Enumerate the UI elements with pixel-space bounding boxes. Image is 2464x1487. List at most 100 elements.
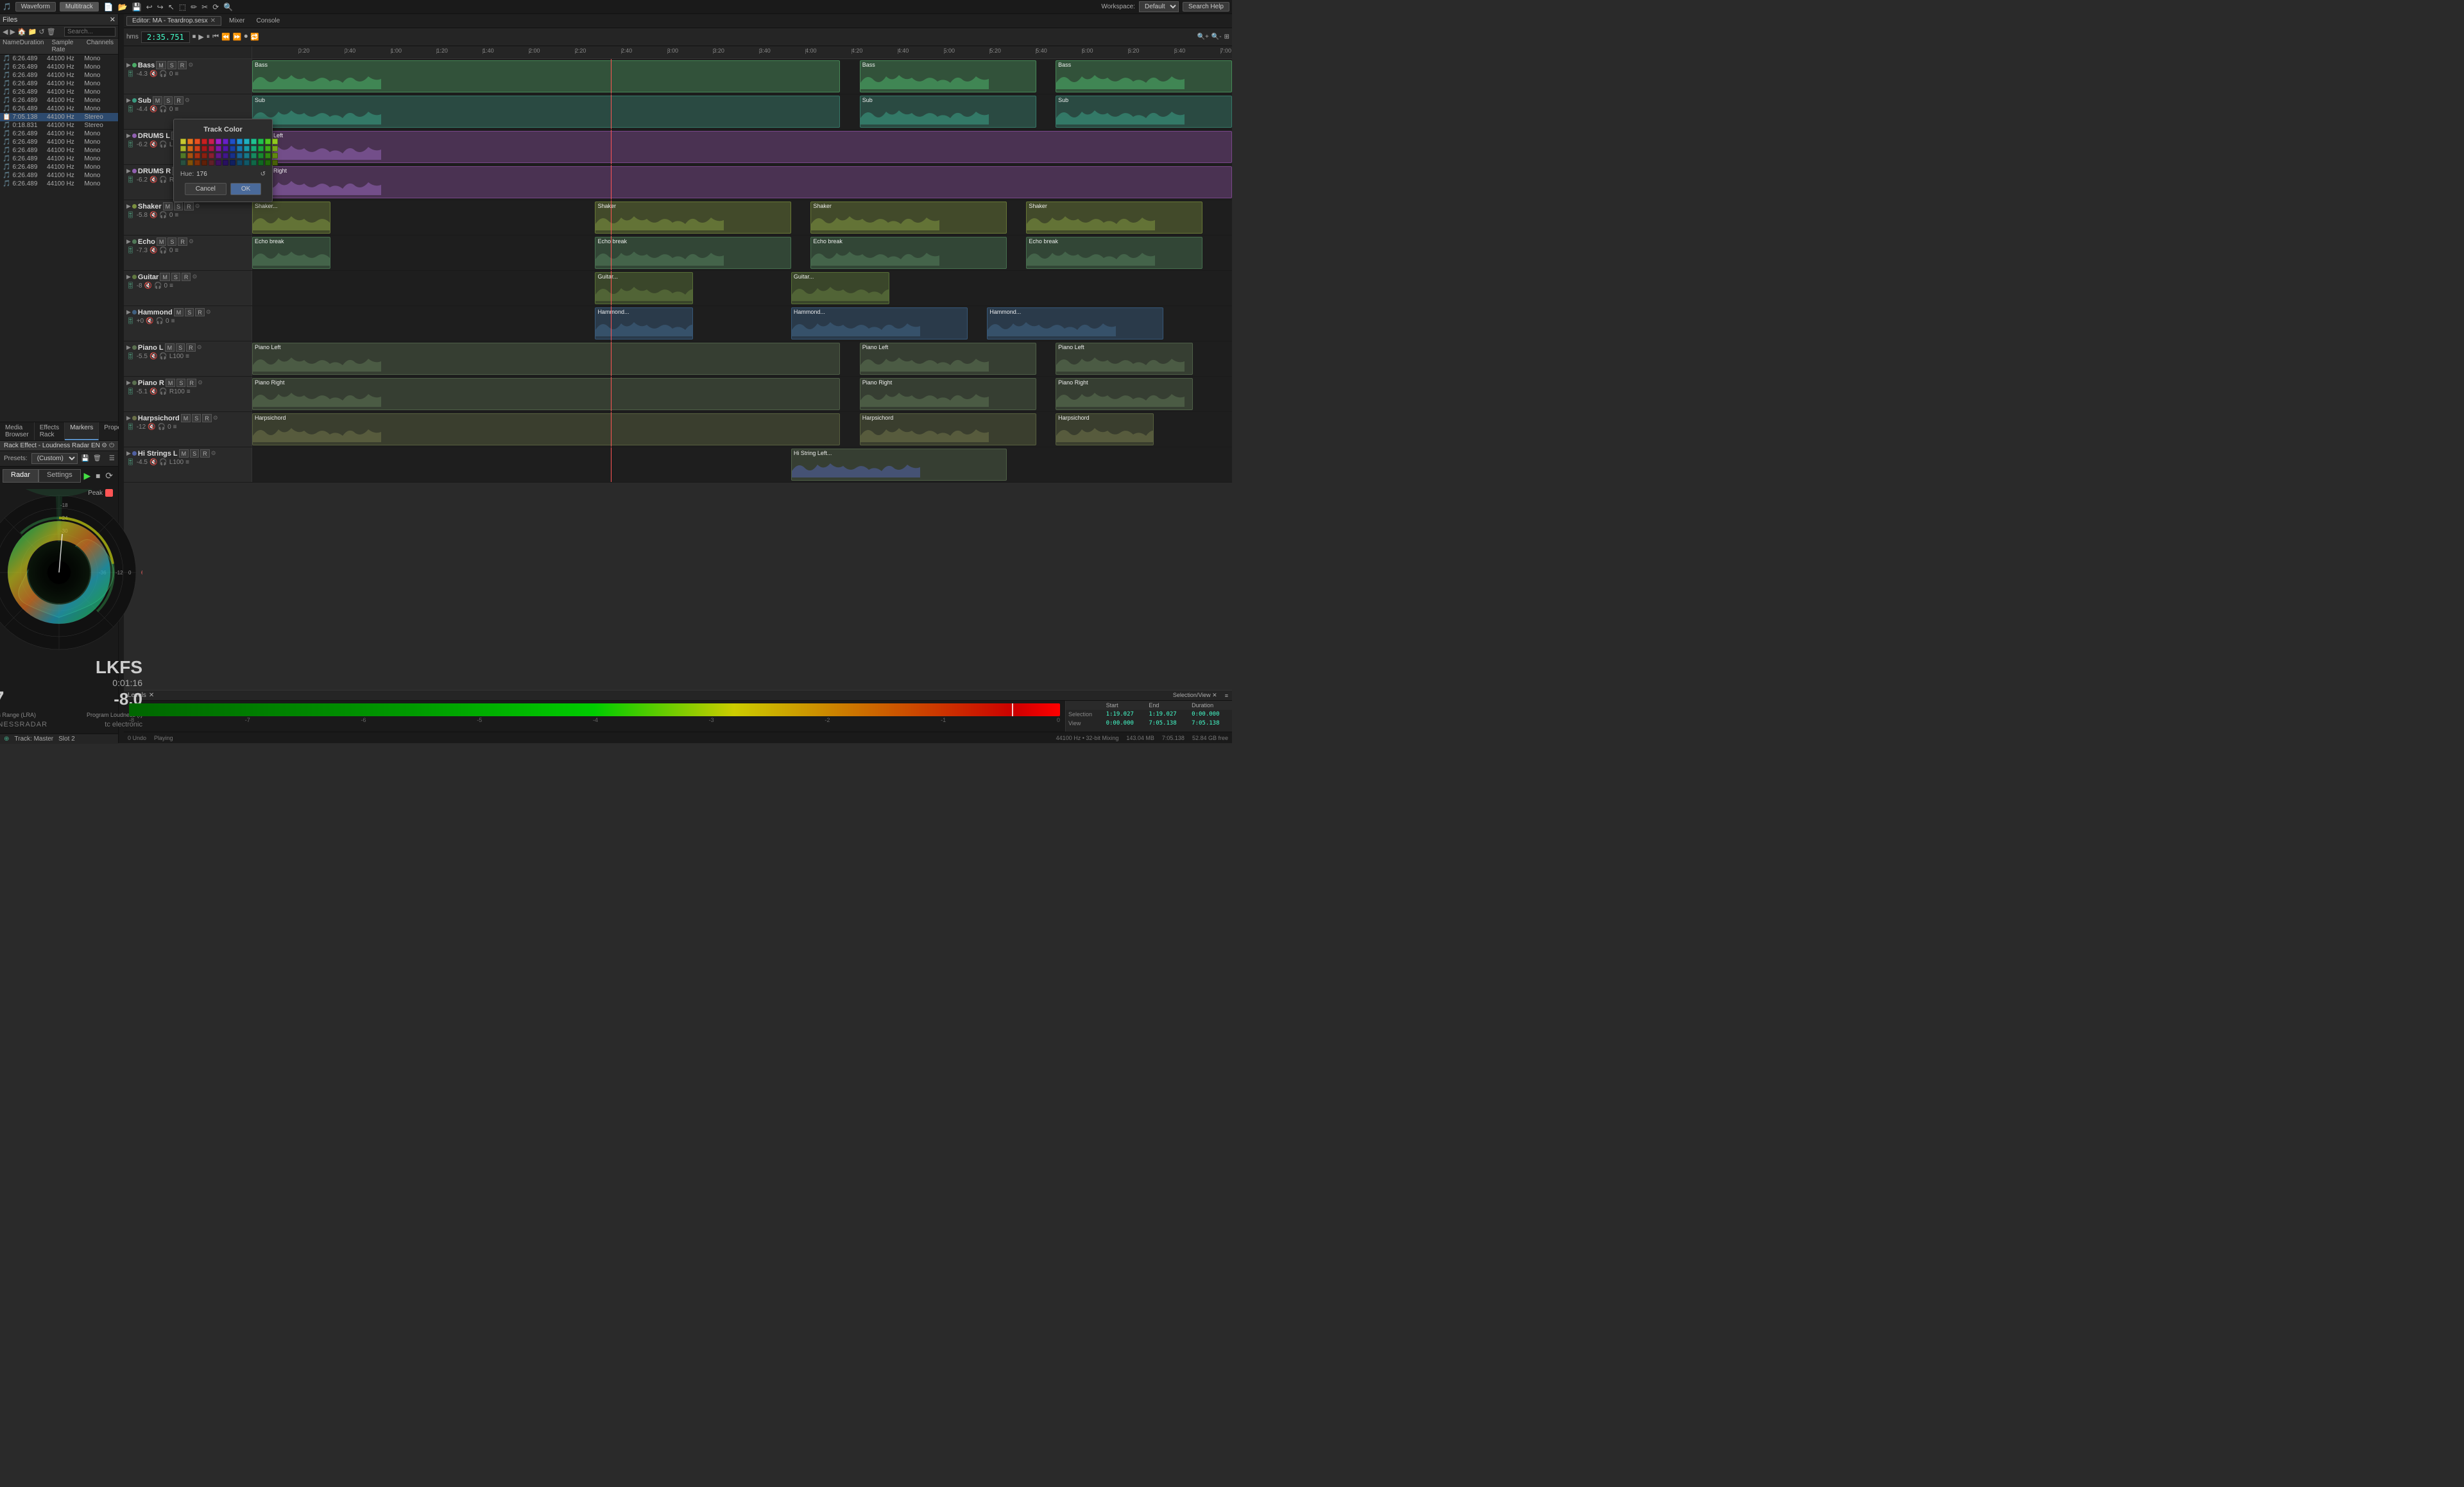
- files-next-icon[interactable]: ▶: [10, 28, 15, 36]
- hue-reset-icon[interactable]: ↺: [261, 171, 266, 178]
- audio-clip[interactable]: Drums Left: [252, 131, 1232, 163]
- plus-icon[interactable]: ⊕: [4, 735, 9, 743]
- audio-clip[interactable]: Harpsichord: [252, 413, 840, 445]
- audio-clip[interactable]: Piano Right: [1056, 378, 1193, 410]
- zoom-in-icon[interactable]: 🔍+: [1197, 33, 1209, 40]
- color-swatch[interactable]: [237, 146, 243, 151]
- track-lane-echo[interactable]: Echo break Echo break Echo break Echo: [252, 236, 1232, 270]
- track-mute-icon2[interactable]: 🔇: [150, 141, 157, 148]
- color-swatch[interactable]: [258, 160, 264, 166]
- track-fader-icon[interactable]: 🎚: [126, 212, 135, 219]
- select-icon[interactable]: ⬚: [178, 3, 187, 12]
- track-solo-button[interactable]: S: [171, 273, 180, 281]
- color-swatch[interactable]: [258, 153, 264, 159]
- audio-clip[interactable]: Guitar...: [791, 272, 889, 304]
- audio-clip[interactable]: Sub: [860, 96, 1036, 128]
- track-lane-bass[interactable]: Bass Bass Bass: [252, 59, 1232, 94]
- cursor-icon[interactable]: ↖: [167, 3, 176, 12]
- track-solo-button[interactable]: S: [176, 343, 185, 352]
- track-solo-button[interactable]: S: [190, 449, 199, 458]
- tab-media-browser[interactable]: Media Browser: [0, 422, 35, 440]
- tab-markers[interactable]: Markers: [65, 422, 99, 440]
- color-swatch[interactable]: [194, 160, 200, 166]
- audio-clip[interactable]: Hi String Left...: [791, 449, 1007, 481]
- track-record-button[interactable]: R: [178, 237, 187, 246]
- file-item[interactable]: 🎵 Shaker.wav 6:26.489 44100 Hz Mono: [0, 180, 118, 188]
- preset-delete-icon[interactable]: 🗑: [93, 455, 101, 462]
- track-expand-arrow[interactable]: ▶: [126, 379, 131, 386]
- transport-forward-icon[interactable]: ⏩: [233, 33, 242, 41]
- radar-loop-icon[interactable]: ⟳: [103, 469, 116, 483]
- color-swatch[interactable]: [216, 153, 221, 159]
- track-solo-button[interactable]: S: [167, 61, 176, 69]
- color-swatch[interactable]: [223, 146, 228, 151]
- track-record-button[interactable]: R: [202, 414, 212, 422]
- track-record-button[interactable]: R: [195, 308, 205, 316]
- cut-icon[interactable]: ✂: [200, 3, 209, 12]
- zoom-full-icon[interactable]: ⊞: [1224, 33, 1229, 40]
- multitrack-mode-btn[interactable]: Multitrack: [60, 2, 99, 12]
- track-headphone-icon[interactable]: 🎧: [159, 106, 167, 113]
- color-swatch[interactable]: [216, 139, 221, 144]
- track-lane-piano-l[interactable]: Piano Left Piano Left Piano Left: [252, 341, 1232, 376]
- color-swatch[interactable]: [201, 160, 207, 166]
- track-solo-button[interactable]: S: [176, 379, 185, 387]
- color-swatch[interactable]: [194, 139, 200, 144]
- track-solo-button[interactable]: S: [192, 414, 201, 422]
- audio-clip[interactable]: Harpsichord: [1056, 413, 1154, 445]
- color-swatch[interactable]: [209, 139, 214, 144]
- color-swatch[interactable]: [201, 146, 207, 151]
- files-prev-icon[interactable]: ◀: [3, 28, 8, 36]
- color-swatch[interactable]: [265, 160, 271, 166]
- track-expand-arrow[interactable]: ▶: [126, 273, 131, 280]
- track-headphone-icon[interactable]: 🎧: [159, 71, 167, 78]
- track-mute-icon2[interactable]: 🔇: [150, 71, 157, 78]
- color-swatch[interactable]: [258, 139, 264, 144]
- track-solo-button[interactable]: S: [164, 96, 173, 105]
- audio-clip[interactable]: Hammond...: [595, 307, 693, 340]
- zoom-icon[interactable]: 🔍: [222, 3, 234, 12]
- audio-clip[interactable]: Shaker: [1026, 202, 1202, 234]
- track-lane-piano-r[interactable]: Piano Right Piano Right Piano Right: [252, 377, 1232, 411]
- track-fader-icon[interactable]: 🎚: [126, 106, 135, 113]
- redo-icon[interactable]: ↪: [156, 3, 165, 12]
- color-swatch[interactable]: [244, 153, 250, 159]
- color-swatch[interactable]: [230, 160, 235, 166]
- color-swatch[interactable]: [230, 146, 235, 151]
- file-item[interactable]: 🎵 Hamond.wav 6:26.489 44100 Hz Mono: [0, 55, 118, 63]
- track-headphone-icon[interactable]: 🎧: [156, 318, 164, 325]
- file-item[interactable]: 🎵 Mary Had a Little Lamb.wav 0:18.831 44…: [0, 121, 118, 130]
- audio-clip[interactable]: Hammond...: [987, 307, 1163, 340]
- track-mute-icon2[interactable]: 🔇: [150, 459, 157, 466]
- track-mute-button[interactable]: M: [166, 379, 176, 387]
- file-item[interactable]: 🎵 Hi String Left.wav 6:26.489 44100 Hz M…: [0, 71, 118, 80]
- audio-clip[interactable]: Hammond...: [791, 307, 968, 340]
- audio-clip[interactable]: Piano Left: [860, 343, 1036, 375]
- new-icon[interactable]: 📄: [103, 3, 115, 12]
- color-swatch[interactable]: [223, 153, 228, 159]
- track-more-icon[interactable]: ≡: [169, 282, 173, 289]
- track-mute-icon2[interactable]: 🔇: [148, 424, 155, 431]
- audio-clip[interactable]: Echo break: [252, 237, 330, 269]
- color-swatch[interactable]: [237, 160, 243, 166]
- file-item[interactable]: 🎵 Pad Right.wav 6:26.489 44100 Hz Mono: [0, 146, 118, 155]
- track-mute-icon2[interactable]: 🔇: [150, 176, 157, 184]
- sel-view-expand-icon[interactable]: ≡: [1225, 692, 1228, 699]
- color-swatch[interactable]: [187, 160, 193, 166]
- track-more-icon[interactable]: ≡: [185, 459, 189, 466]
- track-expand-arrow[interactable]: ▶: [126, 132, 131, 139]
- file-item[interactable]: 🎵 Lezlie Piano Right.wav 6:26.489 44100 …: [0, 96, 118, 105]
- file-item[interactable]: 🎵 Piano Right.wav 6:26.489 44100 Hz Mono: [0, 163, 118, 171]
- track-mute-icon2[interactable]: 🔇: [150, 212, 157, 219]
- color-swatch[interactable]: [201, 153, 207, 159]
- track-headphone-icon[interactable]: 🎧: [158, 424, 166, 431]
- track-lane-drums-r[interactable]: Drums Right: [252, 165, 1232, 200]
- color-swatch[interactable]: [244, 139, 250, 144]
- color-swatch[interactable]: [265, 153, 271, 159]
- color-swatch[interactable]: [216, 146, 221, 151]
- track-more-icon[interactable]: ≡: [187, 388, 191, 395]
- audio-clip[interactable]: Sub: [252, 96, 840, 128]
- track-settings-icon[interactable]: ⚙: [195, 203, 200, 210]
- radar-tab-radar[interactable]: Radar: [3, 469, 38, 483]
- track-headphone-icon[interactable]: 🎧: [154, 282, 162, 289]
